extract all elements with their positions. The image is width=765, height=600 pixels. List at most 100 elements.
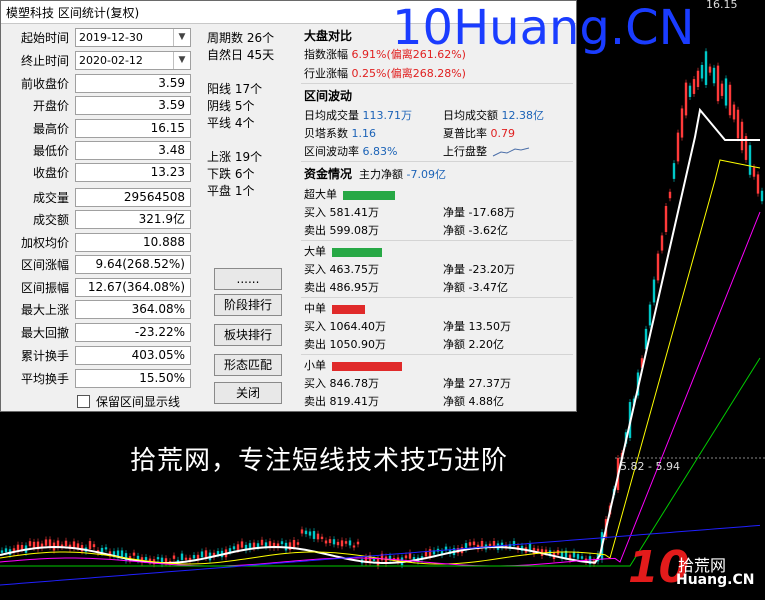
fund-buy: 买入 581.41万 [304,206,379,219]
flatclose-count: 平盘 1个 [207,184,255,198]
fund-group-name: 小单 [304,359,326,372]
stat-value-field: 3.59 [75,95,191,115]
end-date-value: 2020-02-12 [79,53,143,67]
divider [301,83,573,84]
stage-ranking-button[interactable]: 阶段排行 [214,294,282,316]
start-time-label: 起始时间 [20,30,69,45]
stat-label: 最低价 [32,143,69,158]
volatility-rate-row: 区间波动率 6.83% [304,143,397,159]
volatility-rate-label: 区间波动率 [304,145,359,158]
avg-volume-label: 日均成交量 [304,109,359,122]
stat-row: 最大回撤 -23.22% [5,322,191,342]
range-price-label: 5.82 - 5.94 [620,460,680,473]
main-net-label: 主力净额 [359,168,404,181]
funds-title: 资金情况 [304,167,353,181]
trend-sparkline-icon [492,147,529,157]
trend-label: 上行盘整 [443,145,487,158]
end-date-picker[interactable]: 2020-02-12 ▼ [75,50,191,70]
stat-value-field: 16.15 [75,118,191,138]
fund-buy: 买入 846.78万 [304,377,379,390]
stat-row: 前收盘价 3.59 [5,73,191,93]
start-date-value: 2019-12-30 [79,30,143,44]
industry-change-row: 行业涨幅 0.25%(偏离268.28%) [304,65,466,81]
stat-label: 最大回撤 [20,325,69,340]
flat-count: 平线 4个 [207,116,255,130]
stat-value-field: 3.59 [75,73,191,93]
divider [301,240,573,241]
fund-sell: 卖出 819.41万 [304,395,379,408]
end-time-row: 终止时间 2020-02-12 ▼ [5,50,191,70]
logo-english: Huang.CN [676,572,755,588]
fund-net-amt: 净额 4.88亿 [443,395,504,408]
start-date-picker[interactable]: 2019-12-30 ▼ [75,27,191,47]
keep-display-checkbox[interactable]: 保留区间显示线 [77,393,180,410]
stat-row: 开盘价 3.59 [5,95,191,115]
stat-value-field: 403.05% [75,345,191,365]
volatility-rate-value: 6.83% [362,145,398,158]
stat-row: 最低价 3.48 [5,140,191,160]
stat-label: 累计换手 [20,348,69,363]
chevron-down-icon[interactable]: ▼ [173,51,190,69]
fund-group-header: 超大单 [304,186,395,202]
fund-group-header: 大单 [304,243,382,259]
stat-row: 平均换手 15.50% [5,368,191,388]
stat-value-field: 3.48 [75,140,191,160]
stat-row: 区间振幅 12.67(364.08%) [5,277,191,297]
stat-label: 成交量 [32,190,69,205]
fund-bar [343,190,395,200]
sharpe-label: 夏普比率 [443,127,487,140]
stat-row: 累计换手 403.05% [5,345,191,365]
avg-amount-label: 日均成交额 [443,109,498,122]
sharpe-row: 夏普比率 0.79 [443,125,515,141]
stat-row: 最高价 16.15 [5,118,191,138]
fund-buy: 买入 1064.40万 [304,320,386,333]
period-count: 周期数 26个 [207,31,275,45]
stat-value-field: 12.67(364.08%) [75,277,191,297]
stat-row: 加权均价 10.888 [5,232,191,252]
fund-net-amt: 净额 2.20亿 [443,338,504,351]
trend-row: 上行盘整 [443,143,531,159]
stat-value-field: 29564508 [75,187,191,207]
natural-days: 自然日 45天 [207,48,275,62]
caption-text: 拾荒网，专注短线技术技巧进阶 [130,446,509,476]
stat-label: 区间涨幅 [20,257,69,272]
stat-label: 最大上涨 [20,302,69,317]
sector-ranking-button[interactable]: 板块排行 [214,324,282,346]
fund-net-vol: 净量 -23.20万 [443,263,515,276]
window-title: 模塑科技 区间统计(复权) [6,5,140,20]
fund-net-vol: 净量 27.37万 [443,377,511,390]
close-button[interactable]: 关闭 [214,382,282,404]
fund-net-amt: 净额 -3.47亿 [443,281,508,294]
stat-row: 成交额 321.9亿 [5,209,191,229]
chevron-down-icon[interactable]: ▼ [173,28,190,46]
site-logo: 10 拾荒网 Huang.CN [628,542,756,594]
industry-deviation: (偏离268.28%) [386,67,466,80]
stat-value-field: 9.64(268.52%) [75,254,191,274]
start-time-row: 起始时间 2019-12-30 ▼ [5,27,191,47]
stat-value-field: 15.50% [75,368,191,388]
index-change-value: 6.91% [351,48,387,61]
fund-sell: 卖出 486.95万 [304,281,379,294]
funds-title-row: 资金情况 主力净额 -7.09亿 [304,165,446,182]
stat-value-field: 10.888 [75,232,191,252]
high-price-label: 16.15 [706,0,738,11]
up-count: 上涨 19个 [207,150,263,164]
interval-stats-dialog: 模塑科技 区间统计(复权) 起始时间 2019-12-30 ▼ 终止时间 202… [0,0,577,412]
fund-net-vol: 净量 -17.68万 [443,206,515,219]
fund-group-header: 中单 [304,300,365,316]
end-time-label: 终止时间 [20,53,69,68]
fund-sell: 卖出 1050.90万 [304,338,386,351]
sharpe-value: 0.79 [490,127,516,140]
fund-net-vol: 净量 13.50万 [443,320,511,333]
yin-count: 阴线 5个 [207,99,255,113]
more-button[interactable]: ...... [214,268,282,290]
down-count: 下跌 6个 [207,167,255,181]
pattern-match-button[interactable]: 形态匹配 [214,354,282,376]
fund-group-name: 中单 [304,302,326,315]
divider [301,161,573,162]
stat-label: 成交额 [32,212,69,227]
stat-row: 区间涨幅 9.64(268.52%) [5,254,191,274]
stat-value-field: 13.23 [75,162,191,182]
checkbox-box[interactable] [77,395,90,408]
industry-change-value: 0.25% [351,67,387,80]
